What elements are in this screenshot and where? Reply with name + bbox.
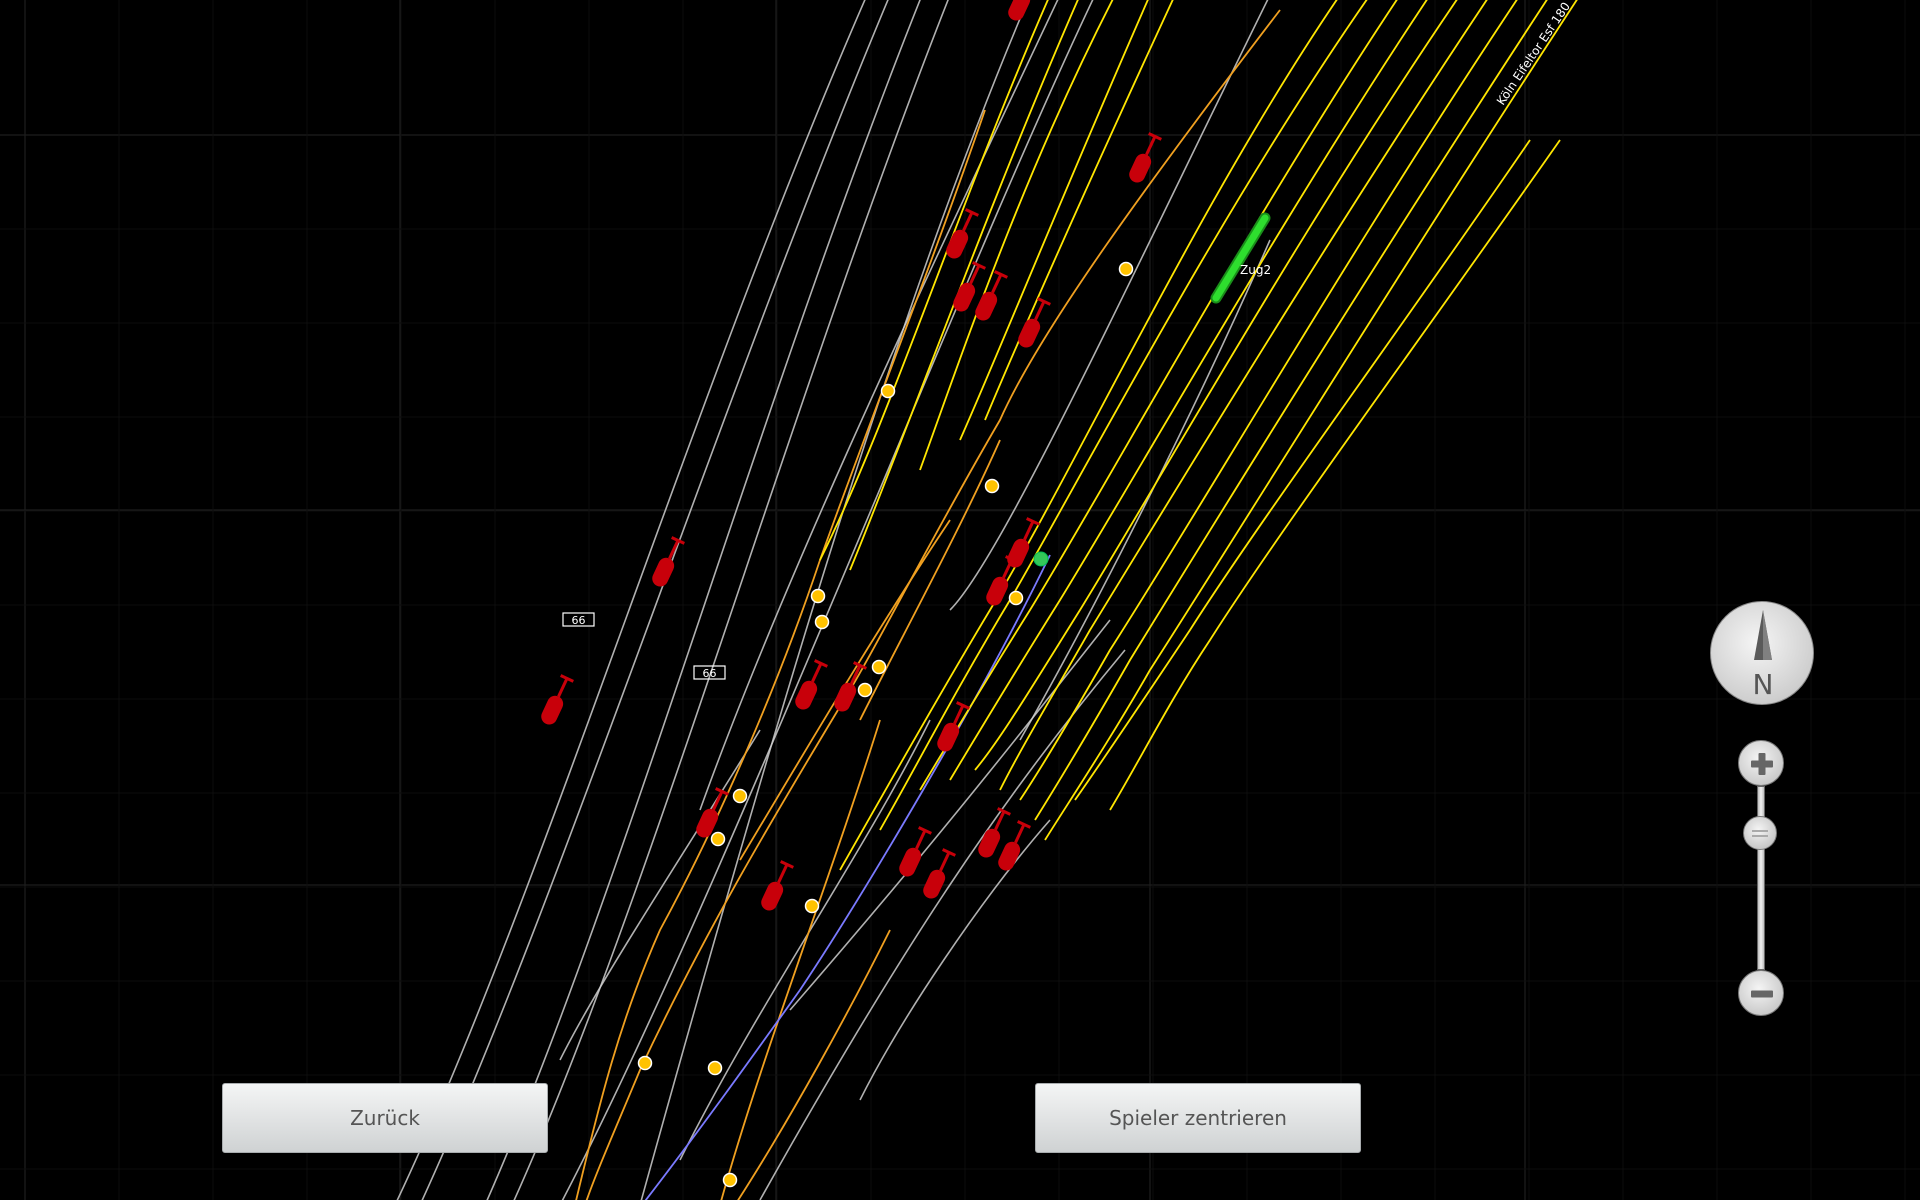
track-line xyxy=(1044,0,1578,841)
signal-marker xyxy=(899,826,932,877)
signal-body xyxy=(541,695,564,725)
compass-north-button[interactable]: N xyxy=(1710,601,1814,705)
signal-body xyxy=(978,828,1001,858)
signal-body xyxy=(761,881,784,911)
signal-pole xyxy=(1034,300,1046,321)
signal-body xyxy=(1008,0,1031,21)
rail-map[interactable]: 66 66 Zug2 Köln Eifeltor Esf 180 xyxy=(0,0,1920,1200)
train-label: Zug2 xyxy=(1240,263,1271,277)
signal-body xyxy=(923,869,946,899)
track-line xyxy=(679,719,931,1161)
signal-body xyxy=(953,282,976,312)
signal-body xyxy=(986,576,1009,606)
signal-pole xyxy=(991,273,1003,294)
track-line xyxy=(1109,139,1561,811)
signal-pole xyxy=(1145,135,1157,156)
track-line xyxy=(879,0,1368,831)
back-button[interactable]: Zurück xyxy=(222,1083,548,1153)
signal-pole xyxy=(969,264,981,285)
center-player-button[interactable]: Spieler zentrieren xyxy=(1035,1083,1361,1153)
switch-point xyxy=(857,682,873,698)
signal-marker xyxy=(1008,0,1031,21)
compass-label: N xyxy=(1753,668,1774,701)
signal-body xyxy=(1018,318,1041,348)
track-line xyxy=(919,0,1398,791)
zoom-slider-handle[interactable] xyxy=(1743,816,1777,850)
signal-pole xyxy=(915,829,927,850)
track-line xyxy=(949,0,1428,781)
track-line xyxy=(396,0,866,1200)
switch-point xyxy=(880,383,896,399)
track-line xyxy=(839,0,1338,871)
switch-point xyxy=(637,1055,653,1071)
switch-point xyxy=(810,588,826,604)
signal-pole xyxy=(777,863,789,884)
zoom-in-button[interactable] xyxy=(1738,740,1784,786)
signal-marker xyxy=(652,536,685,587)
zoom-slider-track[interactable] xyxy=(1757,786,1765,970)
switch-point xyxy=(814,614,830,630)
switch-point xyxy=(707,1060,723,1076)
svg-text:66: 66 xyxy=(572,614,586,627)
signal-body xyxy=(795,680,818,710)
compass-needle-icon: N xyxy=(1753,610,1774,701)
track-line xyxy=(486,0,921,1200)
switch-point xyxy=(1008,590,1024,606)
track-line xyxy=(513,0,949,1200)
switch-point xyxy=(871,659,887,675)
track-line xyxy=(859,819,1051,1101)
track-line xyxy=(644,554,1051,1200)
track-line xyxy=(959,0,1149,441)
signal-marker xyxy=(998,820,1031,871)
signal-body xyxy=(975,291,998,321)
track-line xyxy=(859,439,1001,721)
track-line xyxy=(640,0,1029,1200)
signal-pole xyxy=(939,851,951,872)
signal-body xyxy=(899,847,922,877)
signal-marker xyxy=(923,848,956,899)
switch-point xyxy=(710,831,726,847)
signal-marker xyxy=(795,659,828,710)
zoom-out-button[interactable] xyxy=(1738,970,1784,1016)
track-line xyxy=(1034,0,1548,821)
svg-text:66: 66 xyxy=(703,667,717,680)
signal-pole xyxy=(994,810,1006,831)
signals xyxy=(541,0,1162,911)
signal-body xyxy=(834,682,857,712)
signal-pole xyxy=(557,677,569,698)
switch-point xyxy=(984,478,1000,494)
player-position-marker xyxy=(1033,551,1049,567)
signal-pole xyxy=(811,662,823,683)
switch-point xyxy=(1118,261,1134,277)
plus-icon xyxy=(1751,753,1773,775)
switch-point xyxy=(804,898,820,914)
minus-icon xyxy=(1751,990,1773,998)
signal-marker xyxy=(1129,132,1162,183)
switch-point xyxy=(722,1172,738,1188)
signal-body xyxy=(998,841,1021,871)
player-train[interactable] xyxy=(1210,212,1271,304)
signal-pole xyxy=(1014,823,1026,844)
signal-marker xyxy=(696,787,729,838)
track-marker: 66 xyxy=(693,665,726,680)
switch-points xyxy=(637,261,1134,1188)
signal-marker xyxy=(541,674,574,725)
switch-point xyxy=(732,788,748,804)
